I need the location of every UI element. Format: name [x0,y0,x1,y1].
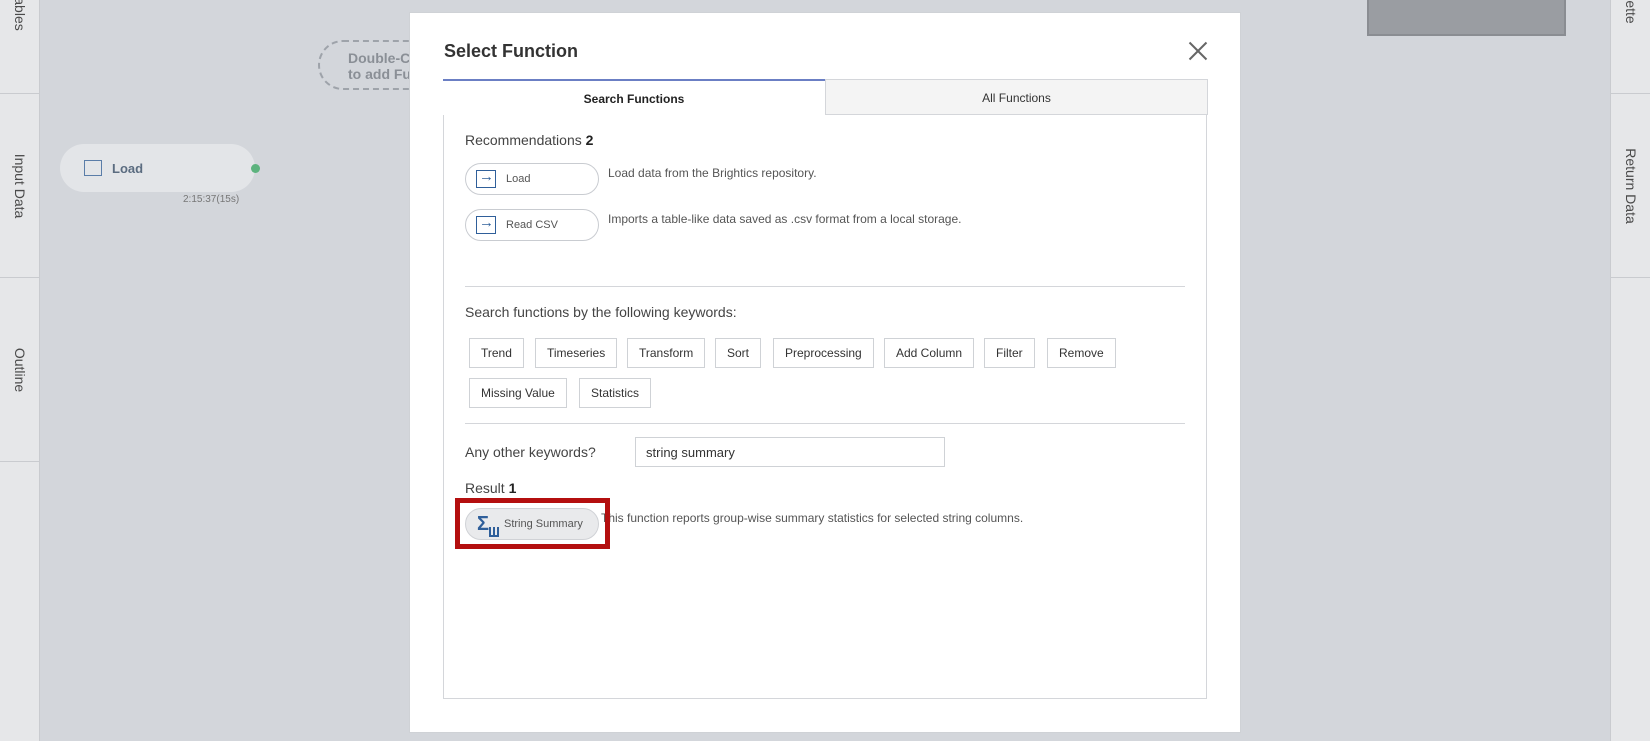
keywords-heading: Search functions by the following keywor… [465,304,737,320]
keyword-transform[interactable]: Transform [627,338,706,368]
load-arrow-icon [476,214,496,234]
pill-label: String Summary [504,518,583,530]
left-rail: ables Input Data Outline [0,0,40,741]
keyword-statistics[interactable]: Statistics [579,378,652,408]
load-arrow-icon [84,160,102,176]
rail-label: Input Data [12,153,28,218]
keyword-filter[interactable]: Filter [984,338,1035,368]
recommendation-read-csv-button[interactable]: Read CSV [465,209,599,241]
rail-tab-outline[interactable]: Outline [0,278,40,462]
result-label: Result [465,480,505,496]
sigma-chart-icon: Σ [477,513,500,537]
load-arrow-icon [476,168,496,188]
pill-label: Read CSV [506,219,558,231]
right-rail: ette Return Data [1610,0,1650,741]
rail-tab-return-data[interactable]: Return Data [1611,94,1650,278]
rail-label: Outline [12,347,28,392]
divider [465,423,1185,424]
rail-tab-palette[interactable]: ette [1611,0,1650,94]
keyword-preprocessing[interactable]: Preprocessing [773,338,874,368]
recommendations-heading: Recommendations 2 [465,132,593,148]
result-count: 1 [508,480,517,496]
keyword-timeseries[interactable]: Timeseries [535,338,618,368]
node-label: Load [112,161,144,176]
node-status-dot [251,164,260,173]
recommendation-description: Load data from the Brightics repository. [608,166,817,180]
rail-label: ables [12,0,28,31]
recommendation-description: Imports a table-like data saved as .csv … [608,212,962,226]
pill-label: Load [506,173,531,185]
close-icon[interactable] [1188,41,1208,61]
keyword-add-column[interactable]: Add Column [884,338,975,368]
rail-label: Return Data [1623,148,1639,224]
tab-all-functions[interactable]: All Functions [825,79,1208,115]
result-description: This function reports group-wise summary… [601,511,1024,525]
tab-search-functions[interactable]: Search Functions [443,79,825,115]
keyword-remove[interactable]: Remove [1047,338,1116,368]
recommendations-count: 2 [585,132,594,148]
function-panel: Search Functions All Functions Recommend… [443,79,1208,699]
rail-tab-input-data[interactable]: Input Data [0,94,40,278]
recommendation-load-button[interactable]: Load [465,163,599,195]
dialog-title: Select Function [444,41,579,61]
result-heading: Result 1 [465,480,516,496]
recommendations-label: Recommendations [465,132,582,148]
keyword-sort[interactable]: Sort [715,338,762,368]
node-time: 2:15:37(15s) [183,194,240,205]
load-node[interactable]: Load [60,144,255,192]
rail-tab-variables[interactable]: ables [0,0,40,94]
keyword-trend[interactable]: Trend [469,338,524,368]
divider [465,286,1185,287]
keyword-search-input[interactable] [635,437,945,467]
rail-label: ette [1623,0,1639,24]
result-string-summary-button[interactable]: Σ String Summary [465,508,599,540]
minimap[interactable] [1367,0,1566,36]
select-function-dialog: Select Function Search Functions All Fun… [409,12,1241,733]
keyword-missing-value[interactable]: Missing Value [469,378,567,408]
other-keywords-label: Any other keywords? [465,444,596,460]
